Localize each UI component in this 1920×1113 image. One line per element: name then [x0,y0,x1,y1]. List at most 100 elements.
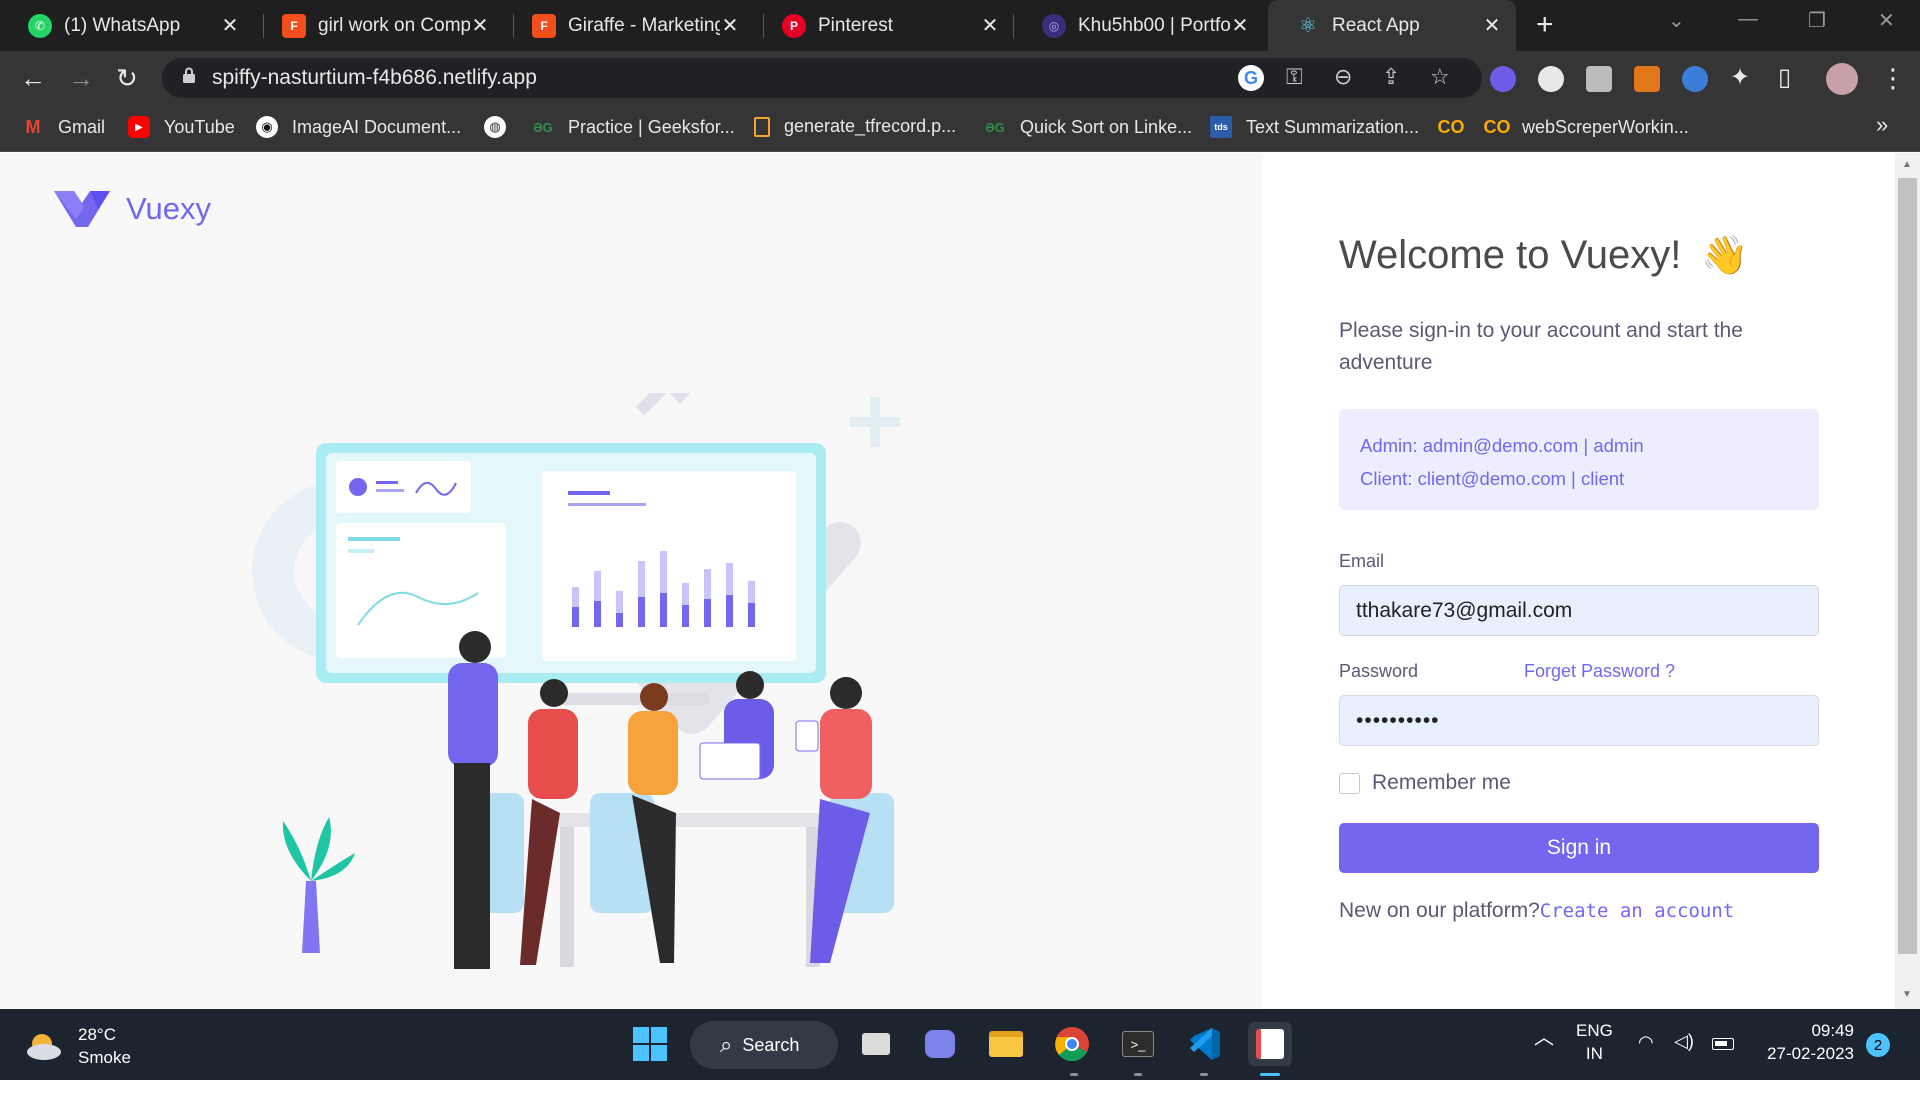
key-icon[interactable]: ⚿ [1286,64,1303,90]
weather-widget[interactable]: 28°C Smoke [24,1023,131,1069]
close-icon[interactable]: ✕ [470,13,490,38]
forgot-password-link[interactable]: Forget Password ? [1524,661,1675,682]
tab-girl-work[interactable]: F girl work on Compu ✕ [254,0,504,51]
profile-avatar[interactable] [1826,63,1858,95]
restore-button[interactable]: ❐ [1808,8,1826,33]
extension-icon[interactable] [1538,66,1564,92]
colab-icon: CO [1437,116,1465,137]
extension-icon[interactable] [1490,66,1516,92]
tab-pinterest[interactable]: P Pinterest ✕ [754,0,1014,51]
tab-whatsapp[interactable]: ✆ (1) WhatsApp ✕ [0,0,254,51]
bookmark-label: Gmail [58,116,106,137]
more-bookmarks-button[interactable]: » [1876,112,1888,138]
bookmark-text-summarization[interactable]: tds Text Summarization... [1210,116,1419,138]
metamask-icon[interactable] [1634,66,1660,92]
extension-icon[interactable] [1586,66,1612,92]
new-account-text: New on our platform? [1339,899,1540,922]
close-icon[interactable]: ✕ [980,13,1000,38]
wifi-icon[interactable]: ◠ [1638,1031,1654,1054]
bookmark-globe[interactable]: ◍ [484,116,520,138]
extensions-puzzle-icon[interactable]: ✦ [1730,63,1750,92]
language-indicator[interactable]: ENG IN [1576,1019,1613,1065]
bookmark-label: webScreperWorkin... [1522,116,1689,137]
bookmark-label: ImageAI Document... [292,116,462,137]
clock[interactable]: 09:49 27-02-2023 [1754,1019,1854,1065]
folder-icon [989,1031,1023,1057]
page-scrollbar[interactable]: ▲ ▼ [1895,153,1920,1009]
bookmark-geeks-practice[interactable]: ƏG Practice | Geeksfor... [532,116,735,138]
tab-title: Khu5hb00 | Portfoli [1078,14,1230,36]
task-view-button[interactable] [854,1022,898,1066]
bookmark-imageai[interactable]: ◉ ImageAI Document... [256,116,461,138]
close-icon[interactable]: ✕ [720,13,740,38]
search-label: Search [742,1034,800,1055]
globe-icon: ◍ [484,116,506,138]
close-icon[interactable]: ✕ [1230,13,1250,38]
pinterest-icon: P [782,13,806,38]
reload-button[interactable]: ↻ [116,63,138,94]
scroll-down-icon[interactable]: ▼ [1902,989,1912,1000]
tab-giraffe[interactable]: F Giraffe - Marketing ✕ [504,0,754,51]
close-window-button[interactable]: ✕ [1878,8,1895,33]
address-bar[interactable]: spiffy-nasturtium-f4b686.netlify.app G ⚿… [162,58,1482,98]
menu-icon[interactable]: ⋮ [1880,63,1906,94]
bookmark-colab[interactable]: CO [1437,116,1476,138]
remember-me[interactable]: Remember me [1339,771,1511,795]
start-button[interactable] [628,1022,672,1066]
demo-admin-credentials: Admin: admin@demo.com | admin [1360,435,1644,456]
remember-me-checkbox[interactable] [1339,772,1360,794]
task-view-icon [862,1033,890,1055]
extension-icon[interactable] [1682,66,1708,92]
volume-icon[interactable]: ◁) [1674,1030,1694,1053]
notification-badge[interactable]: 2 [1866,1033,1890,1057]
tab-title: React App [1332,14,1420,36]
waving-hand-icon: 👋 [1701,234,1749,277]
browser-toolbar: ← → ↻ spiffy-nasturtium-f4b686.netlify.a… [0,51,1920,106]
bookmark-label: YouTube [164,116,235,137]
bookmark-label: generate_tfrecord.p... [784,116,957,136]
bookmark-star-icon[interactable]: ☆ [1430,64,1450,90]
bookmark-quicksort[interactable]: ƏG Quick Sort on Linke... [984,116,1192,138]
side-panel-icon[interactable]: ▯ [1778,63,1791,92]
close-icon[interactable]: ✕ [220,13,240,38]
create-account-link[interactable]: Create an account [1540,900,1734,922]
back-button[interactable]: ← [20,63,46,94]
battery-icon[interactable] [1712,1033,1734,1056]
snipping-tool-button[interactable] [1248,1022,1292,1066]
email-label: Email [1339,551,1385,571]
brand[interactable]: Vuexy [54,189,211,229]
scroll-up-icon[interactable]: ▲ [1902,159,1912,170]
weather-temperature: 28°C [78,1025,116,1044]
vscode-button[interactable] [1182,1022,1226,1066]
show-hidden-icons-button[interactable]: ︿ [1534,1027,1554,1050]
geeksforgeeks-icon: ƏG [985,119,1005,135]
bookmark-youtube[interactable]: ▶ YouTube [128,116,235,138]
scrollbar-thumb[interactable] [1898,178,1917,954]
react-icon: ⚛ [1299,15,1317,37]
teams-chat-button[interactable] [918,1022,962,1066]
terminal-button[interactable]: >_ [1116,1022,1160,1066]
google-icon[interactable]: G [1238,65,1264,91]
bookmark-webscraper[interactable]: CO webScreperWorkin... [1484,116,1689,138]
sign-in-button[interactable]: Sign in [1339,823,1819,873]
minimize-button[interactable]: — [1738,8,1758,31]
tab-react-app[interactable]: ⚛ React App ✕ [1268,0,1516,51]
password-field[interactable]: •••••••••• [1339,695,1819,746]
email-field[interactable]: tthakare73@gmail.com [1339,585,1819,636]
share-icon[interactable]: ⇪ [1382,64,1400,90]
forward-button[interactable]: → [68,63,94,94]
taskbar-search[interactable]: ⌕ Search [690,1021,838,1069]
bookmark-gmail[interactable]: M Gmail [22,116,106,138]
terminal-icon: >_ [1122,1031,1154,1057]
tab-search-icon[interactable]: ⌄ [1668,8,1685,33]
zoom-icon[interactable]: ⊖ [1334,64,1352,90]
team-meeting-illustration [252,393,900,969]
tab-portfolio[interactable]: ◎ Khu5hb00 | Portfoli ✕ [1014,0,1264,51]
illustration-pane: Vuexy [0,153,1263,1009]
new-tab-button[interactable]: + [1536,8,1554,42]
bookmark-tfrecord[interactable]: generate_tfrecord.p... [754,116,956,137]
chrome-taskbar-button[interactable] [1050,1022,1094,1066]
close-icon[interactable]: ✕ [1482,13,1502,38]
password-label: Password [1339,661,1419,681]
file-explorer-button[interactable] [984,1022,1028,1066]
